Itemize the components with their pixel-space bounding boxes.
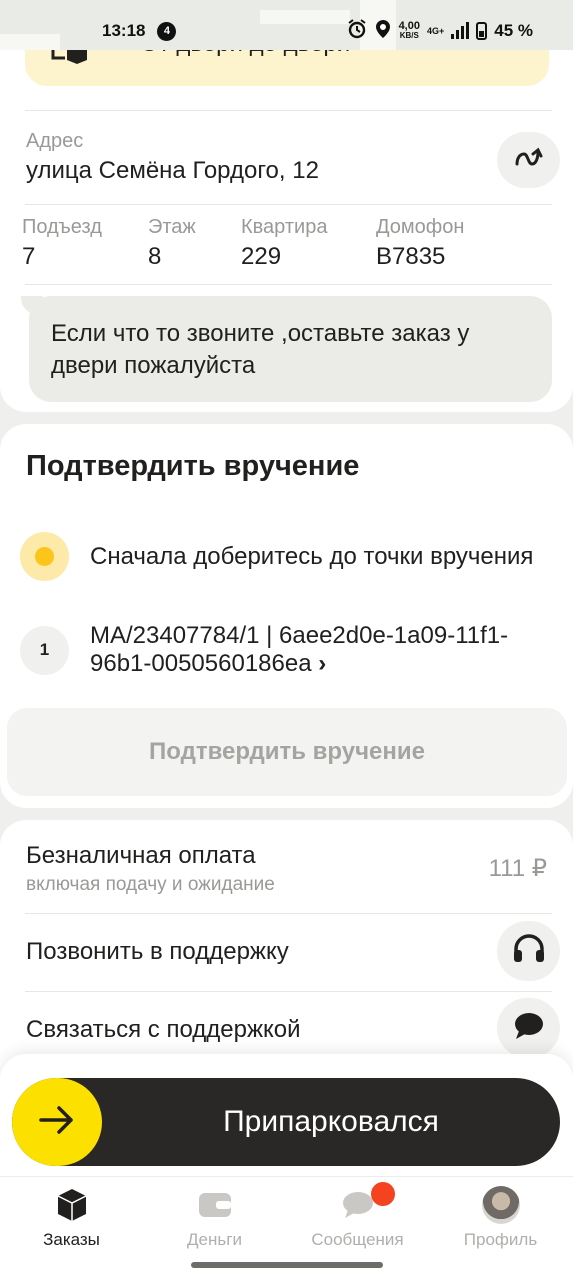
tabbar-divider <box>0 1176 573 1177</box>
tab-messages-label: Сообщения <box>311 1230 404 1249</box>
network-type: 4G+ <box>426 26 445 36</box>
address-label: Адрес <box>26 130 84 152</box>
payment-title: Безналичная оплата <box>26 842 256 869</box>
apartment-value: 229 <box>241 243 282 270</box>
divider <box>25 110 552 111</box>
confirm-handover-card: Подтвердить вручение Сначала доберитесь … <box>0 424 573 808</box>
step-hint-text: Сначала доберитесь до точки вручения <box>90 542 534 570</box>
divider <box>25 991 552 992</box>
notification-count-badge: 4 <box>157 21 177 41</box>
entrance-value: 7 <box>22 243 36 270</box>
tab-money[interactable]: Деньги <box>143 1186 286 1250</box>
order-number-badge: 1 <box>20 625 69 675</box>
alarm-icon <box>347 18 367 44</box>
headset-icon <box>512 933 546 970</box>
arrow-right-icon <box>39 1105 75 1139</box>
unread-badge <box>371 1182 395 1206</box>
tab-orders[interactable]: Заказы <box>0 1186 143 1250</box>
swipe-knob[interactable] <box>12 1078 102 1166</box>
step-reach-point: Сначала доберитесь до точки вручения <box>20 532 540 581</box>
network-speed: 4,00 KB/S <box>398 20 420 41</box>
step-active-indicator <box>20 532 69 581</box>
customer-comment: Если что то звоните ,оставьте заказ у дв… <box>21 296 552 402</box>
swipe-label: Припарковался <box>223 1105 439 1138</box>
tab-profile[interactable]: Профиль <box>429 1186 572 1250</box>
call-support-label[interactable]: Позвонить в поддержку <box>26 938 289 966</box>
apartment-field: Квартира 229 <box>241 216 327 271</box>
tab-money-label: Деньги <box>187 1230 242 1249</box>
intercom-field: Домофон B7835 <box>376 216 464 271</box>
floor-value: 8 <box>148 243 162 270</box>
divider <box>25 284 552 285</box>
divider <box>25 204 552 205</box>
call-support-button[interactable] <box>497 921 560 981</box>
chat-icon <box>286 1182 429 1224</box>
chat-bubble-icon <box>513 1011 545 1046</box>
payment-subtitle: включая подачу и ожидание <box>26 874 275 895</box>
location-icon <box>374 19 392 44</box>
order-link[interactable]: 1 MA/23407784/1 | 6aee2d0e-1a09-11f1-96b… <box>20 622 540 678</box>
banner-text: От двери до двери <box>140 50 350 58</box>
route-button[interactable] <box>497 132 560 188</box>
divider <box>25 913 552 914</box>
route-icon <box>514 146 544 175</box>
confirm-handover-button[interactable]: Подтвердить вручение <box>7 708 567 796</box>
chat-support-button[interactable] <box>497 998 560 1058</box>
payment-amount: 111 ₽ <box>488 855 547 882</box>
chat-support-label[interactable]: Связаться с поддержкой <box>26 1016 301 1044</box>
apartment-label: Квартира <box>241 216 328 238</box>
floor-label: Этаж <box>148 216 196 238</box>
address-card: От двери до двери Адрес улица Семёна Гор… <box>0 50 573 412</box>
package-icon <box>51 50 87 74</box>
box-icon <box>0 1186 143 1224</box>
wallet-icon <box>143 1186 286 1224</box>
order-id: MA/23407784/1 | 6aee2d0e-1a09-11f1-96b1-… <box>90 622 509 677</box>
battery-icon <box>476 22 488 40</box>
address-value: улица Семёна Гордого, 12 <box>26 157 319 184</box>
confirm-title: Подтвердить вручение <box>26 450 360 482</box>
tab-messages[interactable]: Сообщения <box>286 1182 429 1250</box>
floor-field: Этаж 8 <box>148 216 196 271</box>
chevron-right-icon: › <box>318 650 327 677</box>
intercom-label: Домофон <box>376 216 465 238</box>
entrance-field: Подъезд 7 <box>22 216 102 271</box>
bottom-sheet: Припарковался Заказы Деньги Сообщения Пр… <box>0 1054 573 1280</box>
signal-icon <box>451 22 470 39</box>
avatar <box>481 1186 520 1224</box>
home-indicator <box>191 1262 383 1268</box>
order-id-text: MA/23407784/1 | 6aee2d0e-1a09-11f1-96b1-… <box>90 622 540 678</box>
intercom-value: B7835 <box>376 243 446 270</box>
door-to-door-banner[interactable]: От двери до двери <box>25 50 549 86</box>
status-time: 13:18 <box>102 21 146 40</box>
battery-percent: 45 % <box>494 21 533 40</box>
tab-profile-label: Профиль <box>463 1230 538 1249</box>
tab-orders-label: Заказы <box>43 1230 100 1249</box>
parked-swipe-button[interactable]: Припарковался <box>12 1078 560 1166</box>
entrance-label: Подъезд <box>22 216 102 238</box>
